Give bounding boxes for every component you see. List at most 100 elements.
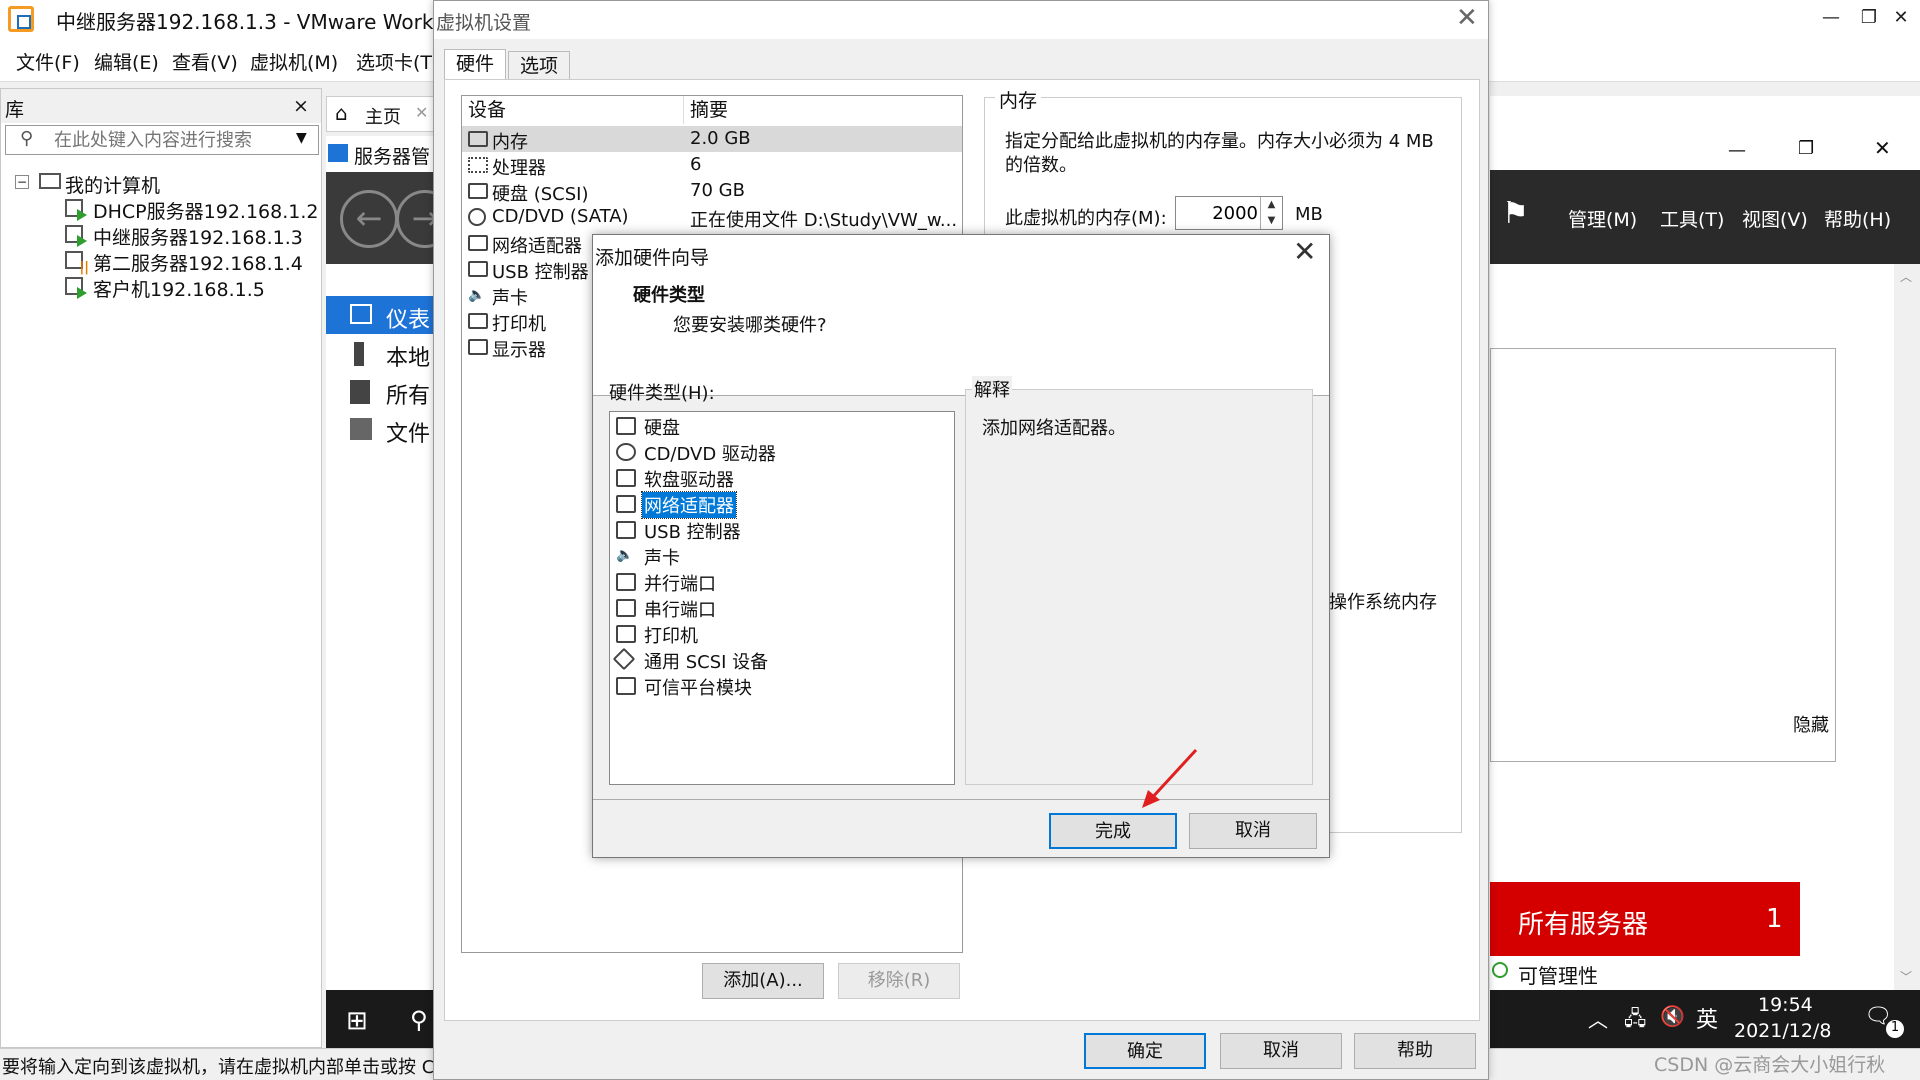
sm-menu-tools[interactable]: 工具(T) [1660, 205, 1724, 232]
guest-nav-all[interactable]: 所有 [326, 374, 436, 410]
watermark-text: CSDN @云商会大小姐行秋 [1654, 1054, 1886, 1076]
guest-nav-local[interactable]: 本地 [326, 336, 436, 372]
device-summary: 70 GB [690, 180, 745, 201]
column-device[interactable]: 设备 [462, 96, 684, 124]
annotation-arrow-icon [1142, 748, 1198, 808]
hardware-type-list[interactable]: 硬盘 CD/DVD 驱动器 软盘驱动器 网络适配器 USB 控制器 🔈 声卡 并行… [609, 411, 955, 785]
windows-start-icon[interactable]: ⊞ [346, 1006, 368, 1036]
tab-close-icon[interactable]: ✕ [415, 103, 428, 122]
finish-button[interactable]: 完成 [1049, 813, 1177, 849]
device-row-harddisk[interactable]: 硬盘 (SCSI) 70 GB [462, 178, 962, 205]
clock-time[interactable]: 19:54 [1758, 994, 1813, 1016]
settings-close-icon[interactable]: ✕ [1456, 3, 1478, 33]
vm-tab-strip[interactable]: 服务器管 [326, 136, 436, 172]
device-row-processor[interactable]: 处理器 6 [462, 152, 962, 179]
library-close-icon[interactable]: × [293, 95, 309, 117]
all-servers-tile[interactable]: 所有服务器 1 [1490, 882, 1800, 956]
add-hardware-wizard: 添加硬件向导 ✕ 硬件类型 您要安装哪类硬件? 硬件类型(H): 硬盘 CD/D… [592, 234, 1330, 858]
library-search-input[interactable] [54, 129, 284, 151]
sm-menu-view[interactable]: 视图(V) [1742, 205, 1808, 232]
explanation-group: 解释 添加网络适配器。 [965, 376, 1313, 785]
vm-paused-icon [65, 251, 89, 275]
guest-nav-label: 仪表 [386, 308, 431, 333]
wizard-close-icon[interactable]: ✕ [1293, 235, 1316, 268]
cd-icon [616, 443, 636, 461]
computer-icon [39, 173, 61, 189]
scroll-up-icon[interactable]: ︿ [1900, 268, 1912, 285]
guest-taskbar-left: ⊞ ⚲ [326, 990, 436, 1048]
vertical-scrollbar[interactable]: ︿ ﹀ [1894, 264, 1920, 990]
close-icon[interactable]: ✕ [1878, 0, 1920, 36]
status-ok-icon [1492, 962, 1508, 978]
wizard-cancel-button[interactable]: 取消 [1189, 813, 1317, 849]
back-arrow-icon[interactable]: ← [340, 190, 398, 248]
increment-icon[interactable]: ▲ [1260, 197, 1282, 213]
device-name: USB 控制器 [492, 262, 589, 283]
guest-screen-left[interactable]: ← → 仪表 本地 所有 文件 [326, 172, 454, 1012]
collapse-icon[interactable]: − [15, 175, 29, 189]
tab-home[interactable]: ⌂ 主页 ✕ [326, 96, 436, 132]
library-panel: 库 × ⚲ ▼ − 我的计算机 DHCP服务器192.168.1.2 中继服务器… [0, 88, 322, 1048]
server-icon [354, 342, 364, 366]
device-name: 硬盘 (SCSI) [492, 184, 589, 205]
server-manager-icon [328, 144, 348, 162]
tab-options[interactable]: 选项 [508, 51, 570, 81]
vm-running-icon [65, 277, 87, 299]
remove-hardware-button[interactable]: 移除(R) [838, 963, 960, 999]
sm-menu-manage[interactable]: 管理(M) [1568, 205, 1637, 232]
menu-edit[interactable]: 编辑(E) [94, 48, 159, 75]
tab-hardware[interactable]: 硬件 [444, 49, 506, 81]
device-row-cddvd[interactable]: CD/DVD (SATA) 正在使用文件 D:\Study\VW_w... [462, 204, 962, 231]
network-warning-icon[interactable]: 🖧 [1624, 1004, 1646, 1038]
guest-nav-dashboard[interactable]: 仪表 [326, 296, 436, 334]
menu-view[interactable]: 查看(V) [172, 48, 238, 75]
hw-item-label: 串行端口 [644, 600, 716, 621]
decrement-icon[interactable]: ▼ [1260, 213, 1282, 229]
guest-nav-files[interactable]: 文件 [326, 412, 436, 448]
servers-icon [350, 380, 370, 404]
device-summary: 6 [690, 154, 702, 175]
tpm-chip-icon [616, 677, 636, 695]
guest-header: ← → [326, 172, 454, 264]
floppy-icon [616, 469, 636, 487]
clock-date[interactable]: 2021/12/8 [1734, 1020, 1831, 1042]
input-language[interactable]: 英 [1696, 1002, 1718, 1034]
tree-root-label: 我的计算机 [65, 175, 161, 197]
menu-vm[interactable]: 虚拟机(M) [250, 48, 338, 75]
hw-item-label: 打印机 [644, 626, 698, 647]
device-name: 打印机 [492, 314, 546, 335]
tray-expand-icon[interactable]: ︿ [1588, 1004, 1608, 1033]
all-servers-label: 所有服务器 [1518, 910, 1649, 940]
speaker-icon: 🔈 [616, 547, 634, 563]
sm-restore-icon[interactable]: ❐ [1798, 138, 1814, 159]
menu-file[interactable]: 文件(F) [16, 48, 80, 75]
hide-link[interactable]: 隐藏 [1793, 711, 1829, 737]
flag-icon[interactable]: ⚑ [1502, 196, 1529, 231]
column-summary[interactable]: 摘要 [684, 96, 962, 124]
scroll-down-icon[interactable]: ﹀ [1900, 968, 1912, 985]
memory-input[interactable] [1176, 201, 1258, 225]
library-search[interactable]: ⚲ ▼ [5, 125, 319, 155]
device-name: 内存 [492, 132, 528, 153]
volume-muted-icon[interactable]: 🔇 [1660, 1004, 1685, 1028]
vm-tab-label: 服务器管 [354, 146, 431, 168]
add-hardware-button[interactable]: 添加(A)... [702, 963, 824, 999]
memory-stepper[interactable]: ▲ ▼ [1175, 196, 1283, 230]
sm-menu-help[interactable]: 帮助(H) [1824, 205, 1891, 232]
usb-icon [616, 521, 636, 539]
device-name: 显示器 [492, 340, 546, 361]
ok-button[interactable]: 确定 [1084, 1033, 1206, 1069]
chevron-down-icon[interactable]: ▼ [296, 130, 307, 146]
cancel-button[interactable]: 取消 [1220, 1033, 1342, 1069]
help-button[interactable]: 帮助 [1354, 1033, 1476, 1069]
network-adapter-icon [468, 235, 488, 251]
cd-icon [468, 208, 486, 226]
menu-tabs[interactable]: 选项卡(T) [356, 48, 439, 75]
sm-minimize-icon[interactable]: — [1728, 140, 1746, 161]
search-icon[interactable]: ⚲ [410, 1006, 428, 1034]
search-icon: ⚲ [20, 128, 34, 149]
device-name: 网络适配器 [492, 236, 582, 257]
device-row-memory[interactable]: 内存 2.0 GB [462, 126, 962, 153]
usb-icon [468, 261, 488, 277]
sm-close-icon[interactable]: ✕ [1874, 136, 1891, 160]
